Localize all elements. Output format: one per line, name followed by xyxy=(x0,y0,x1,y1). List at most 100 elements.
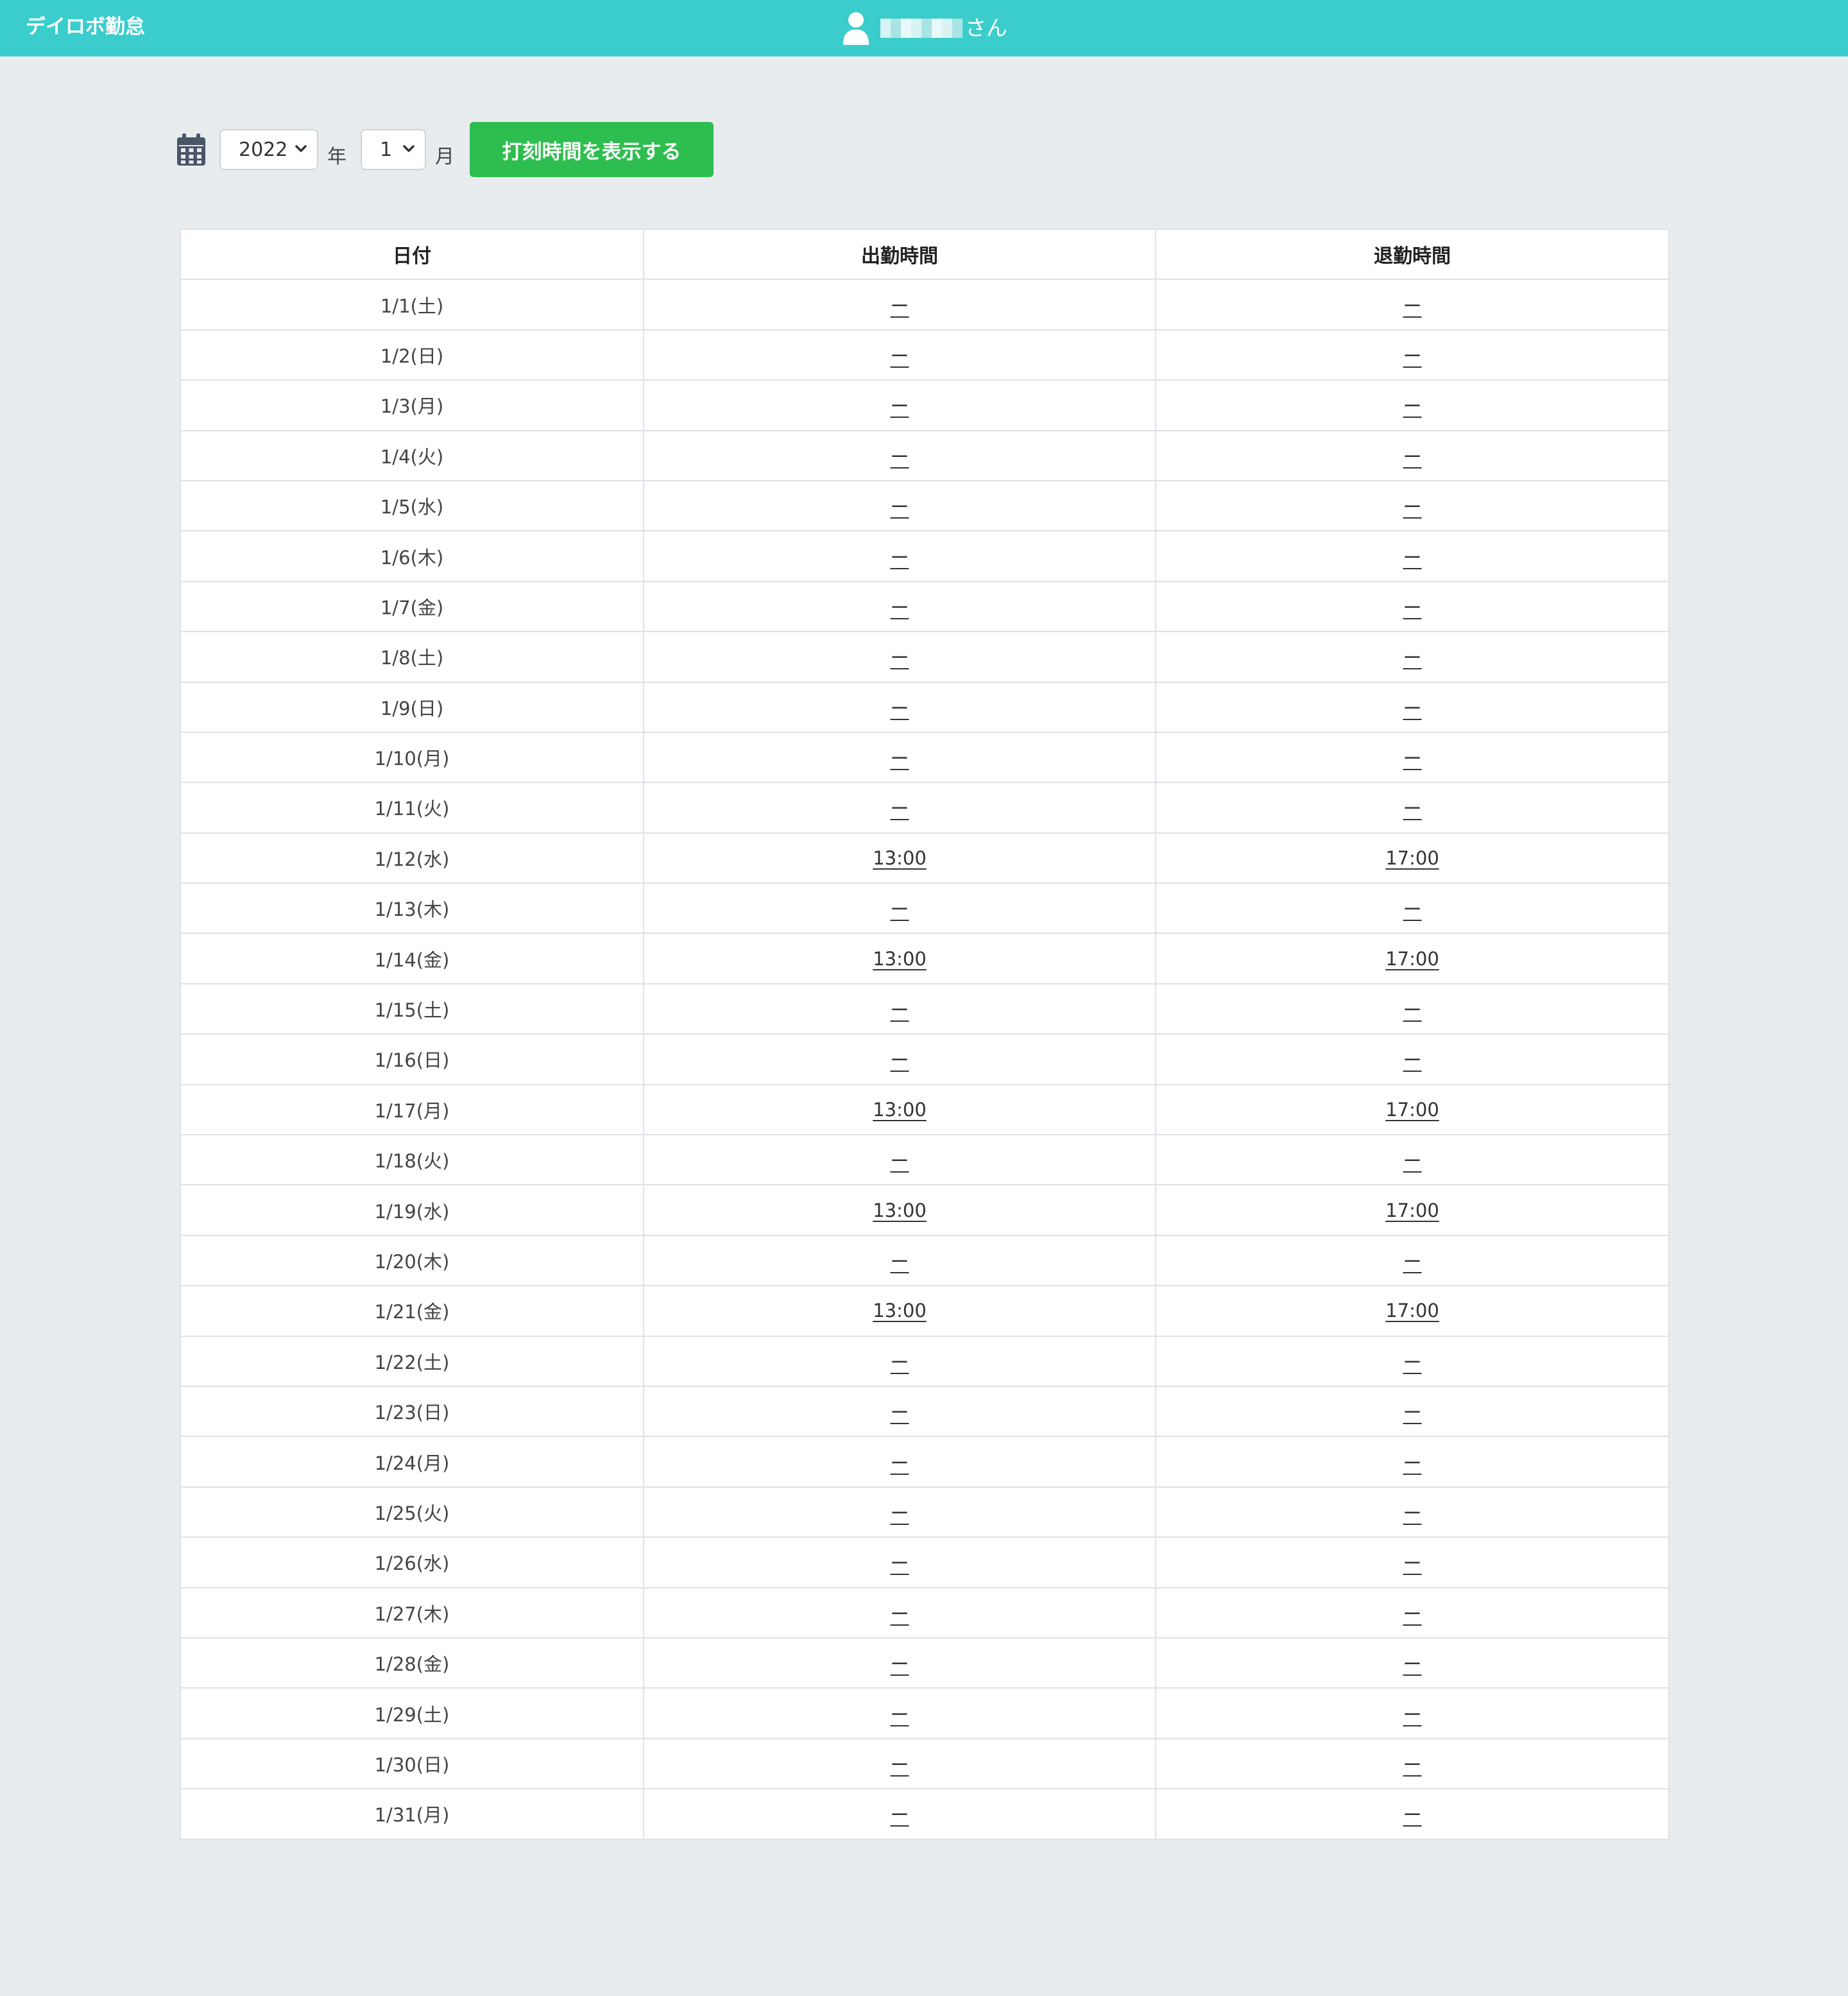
clock-in-link[interactable]: ー xyxy=(890,1704,909,1726)
clock-in-link[interactable]: ー xyxy=(890,1502,909,1524)
clock-out-cell: 17:00 xyxy=(1155,1083,1670,1136)
date-cell: 1/3(月) xyxy=(180,379,644,431)
clock-in-cell: ー xyxy=(643,1788,1156,1840)
clock-in-cell: ー xyxy=(643,983,1156,1035)
clock-in-link[interactable]: ー xyxy=(890,1603,909,1625)
clock-out-link[interactable]: 17:00 xyxy=(1385,948,1439,970)
clock-out-link[interactable]: ー xyxy=(1403,1452,1421,1474)
clock-in-link[interactable]: ー xyxy=(890,1251,909,1273)
clock-out-link[interactable]: ー xyxy=(1403,798,1421,820)
clock-out-link[interactable]: ー xyxy=(1403,395,1421,417)
clock-in-link[interactable]: ー xyxy=(890,647,909,669)
clock-out-cell: ー xyxy=(1155,681,1670,733)
clock-in-link[interactable]: ー xyxy=(890,1653,909,1675)
clock-out-link[interactable]: 17:00 xyxy=(1385,1099,1439,1121)
clock-out-cell: ー xyxy=(1155,530,1670,582)
clock-out-link[interactable]: ー xyxy=(1403,1150,1421,1172)
clock-out-link[interactable]: ー xyxy=(1403,1049,1421,1071)
clock-in-link[interactable]: 13:00 xyxy=(873,1099,927,1121)
clock-out-link[interactable]: ー xyxy=(1403,597,1421,619)
clock-in-link[interactable]: ー xyxy=(890,345,909,367)
clock-in-cell: ー xyxy=(643,530,1156,582)
user-menu[interactable]: さん xyxy=(842,0,1007,56)
date-cell: 1/2(日) xyxy=(180,329,644,381)
clock-out-cell: ー xyxy=(1155,1234,1670,1287)
calendar-icon xyxy=(177,133,205,166)
clock-in-link[interactable]: ー xyxy=(890,446,909,468)
clock-out-link[interactable]: ー xyxy=(1403,1402,1421,1424)
clock-out-link[interactable]: ー xyxy=(1403,1603,1421,1625)
show-punch-times-button[interactable]: 打刻時間を表示する xyxy=(470,122,714,177)
clock-in-link[interactable]: 13:00 xyxy=(873,948,927,970)
clock-out-link[interactable]: ー xyxy=(1403,1251,1421,1273)
clock-out-link[interactable]: ー xyxy=(1403,999,1421,1021)
date-cell: 1/17(月) xyxy=(180,1083,644,1136)
clock-out-link[interactable]: ー xyxy=(1403,899,1421,920)
clock-in-link[interactable]: 13:00 xyxy=(873,1200,927,1221)
clock-in-link[interactable]: ー xyxy=(890,698,909,719)
date-cell: 1/26(水) xyxy=(180,1536,644,1588)
table-row: 1/10(月) ー ー xyxy=(180,731,1670,784)
clock-in-link[interactable]: ー xyxy=(890,295,909,317)
table-row: 1/20(木) ー ー xyxy=(180,1234,1670,1287)
clock-out-link[interactable]: ー xyxy=(1403,295,1421,317)
clock-out-link[interactable]: ー xyxy=(1403,446,1421,468)
month-select[interactable]: 1 xyxy=(361,129,426,170)
clock-in-link[interactable]: 13:00 xyxy=(873,847,927,869)
month-value: 1 xyxy=(380,138,393,161)
date-cell: 1/18(火) xyxy=(180,1134,644,1186)
app-brand[interactable]: デイロボ勤怠 xyxy=(26,0,145,56)
date-cell: 1/12(水) xyxy=(180,832,644,884)
clock-out-link[interactable]: 17:00 xyxy=(1385,1200,1439,1221)
clock-in-cell: ー xyxy=(643,379,1156,431)
clock-out-cell: ー xyxy=(1155,1033,1670,1085)
date-cell: 1/20(木) xyxy=(180,1234,644,1287)
clock-out-link[interactable]: ー xyxy=(1403,496,1421,518)
month-unit: 月 xyxy=(435,146,454,168)
clock-in-link[interactable]: ー xyxy=(890,597,909,619)
clock-out-cell: ー xyxy=(1155,631,1670,683)
year-select[interactable]: 2022 xyxy=(219,129,318,170)
clock-out-link[interactable]: ー xyxy=(1403,547,1421,569)
clock-in-link[interactable]: ー xyxy=(890,899,909,920)
clock-in-cell: ー xyxy=(643,429,1156,481)
clock-in-link[interactable]: ー xyxy=(890,496,909,518)
date-cell: 1/24(月) xyxy=(180,1436,644,1488)
clock-in-link[interactable]: ー xyxy=(890,1352,909,1373)
clock-in-link[interactable]: ー xyxy=(890,1754,909,1776)
table-row: 1/24(月) ー ー xyxy=(180,1436,1670,1488)
clock-out-link[interactable]: ー xyxy=(1403,748,1421,770)
clock-out-link[interactable]: ー xyxy=(1403,647,1421,669)
clock-out-link[interactable]: ー xyxy=(1403,1804,1421,1826)
clock-in-link[interactable]: ー xyxy=(890,1452,909,1474)
clock-in-link[interactable]: 13:00 xyxy=(873,1300,927,1321)
clock-in-link[interactable]: ー xyxy=(890,1049,909,1071)
clock-in-link[interactable]: ー xyxy=(890,1150,909,1172)
clock-out-cell: ー xyxy=(1155,1436,1670,1488)
clock-out-link[interactable]: ー xyxy=(1403,1502,1421,1524)
table-row: 1/23(日) ー ー xyxy=(180,1385,1670,1438)
clock-out-link[interactable]: ー xyxy=(1403,345,1421,367)
user-icon xyxy=(843,12,869,45)
clock-out-link[interactable]: 17:00 xyxy=(1385,847,1439,869)
clock-in-link[interactable]: ー xyxy=(890,999,909,1021)
clock-out-link[interactable]: ー xyxy=(1403,1352,1421,1373)
clock-in-link[interactable]: ー xyxy=(890,547,909,569)
clock-in-cell: ー xyxy=(643,1687,1156,1739)
clock-in-link[interactable]: ー xyxy=(890,1553,909,1574)
clock-in-cell: ー xyxy=(643,279,1156,331)
clock-in-link[interactable]: ー xyxy=(890,798,909,820)
clock-out-link[interactable]: ー xyxy=(1403,1553,1421,1574)
clock-out-link[interactable]: ー xyxy=(1403,1704,1421,1726)
clock-out-link[interactable]: 17:00 xyxy=(1385,1300,1439,1321)
clock-out-link[interactable]: ー xyxy=(1403,698,1421,719)
clock-out-link[interactable]: ー xyxy=(1403,1653,1421,1675)
table-row: 1/15(土) ー ー xyxy=(180,983,1670,1035)
clock-in-link[interactable]: ー xyxy=(890,1804,909,1826)
clock-in-link[interactable]: ー xyxy=(890,748,909,770)
clock-in-link[interactable]: ー xyxy=(890,1402,909,1424)
clock-out-link[interactable]: ー xyxy=(1403,1754,1421,1776)
clock-in-link[interactable]: ー xyxy=(890,395,909,417)
clock-out-cell: 17:00 xyxy=(1155,832,1670,884)
clock-in-cell: ー xyxy=(643,479,1156,532)
